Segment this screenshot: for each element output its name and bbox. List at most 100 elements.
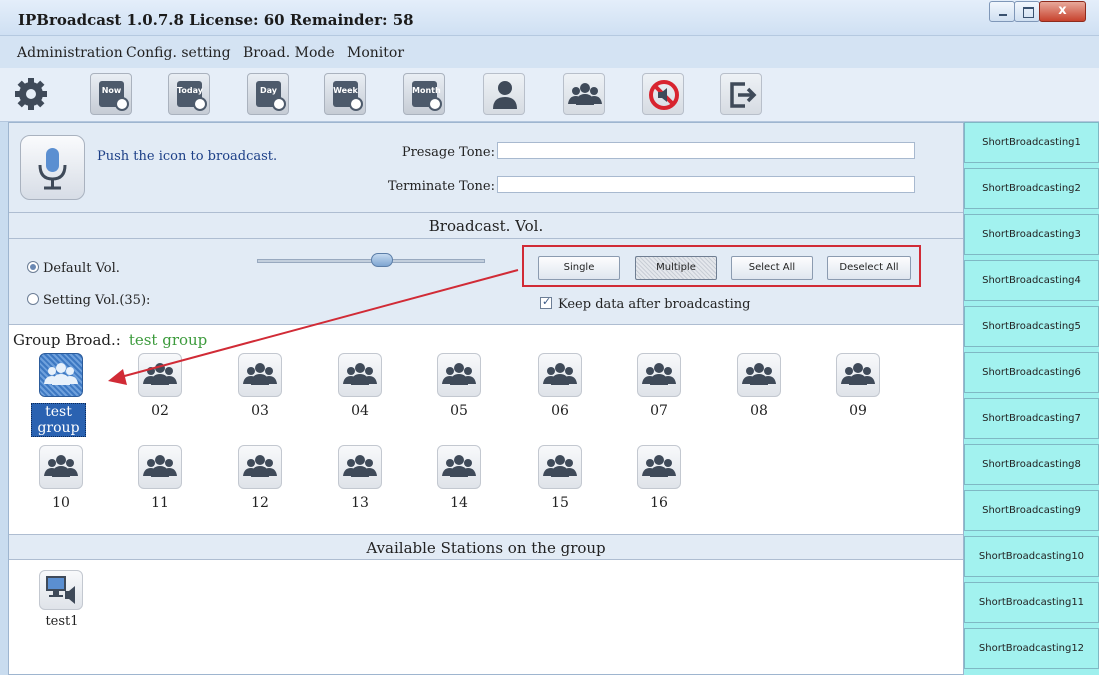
keep-data-checkbox[interactable]: Keep data after broadcasting [540,295,751,312]
short-broadcast-button[interactable]: ShortBroadcasting5 [964,306,1099,347]
presage-tone-field[interactable] [497,142,915,159]
group-icon [437,353,481,397]
broadcast-hint: Push the icon to broadcast. [97,149,278,164]
group-item[interactable]: 07 [634,353,684,423]
window-title: IPBroadcast 1.0.7.8 License: 60 Remainde… [18,11,414,29]
short-broadcast-button[interactable]: ShortBroadcasting9 [964,490,1099,531]
short-broadcast-list: ShortBroadcasting1 ShortBroadcasting2 Shor… [964,122,1099,675]
calendar-day-icon[interactable]: Day [247,73,289,115]
short-broadcast-button[interactable]: ShortBroadcasting12 [964,628,1099,669]
group-icon [538,445,582,489]
group-label: 12 [251,495,269,511]
short-broadcast-button[interactable]: ShortBroadcasting4 [964,260,1099,301]
station-item[interactable]: test1 [37,570,87,630]
menu-broad-mode[interactable]: Broad. Mode [243,45,335,61]
toolbar: Now Today Day Week Month [0,68,1099,122]
setting-volume-label: Setting Vol.(35): [43,293,151,308]
short-broadcast-button[interactable]: ShortBroadcasting8 [964,444,1099,485]
keep-data-label: Keep data after broadcasting [558,297,751,312]
group-icon [538,353,582,397]
menu-monitor[interactable]: Monitor [347,45,404,61]
default-volume-radio[interactable]: Default Vol. [27,261,120,276]
calendar-month-label: Month [412,86,441,95]
microphone-icon [38,148,67,190]
group-item[interactable]: 16 [634,445,684,515]
setting-volume-radio[interactable]: Setting Vol.(35): [27,293,150,308]
group-item[interactable]: 08 [734,353,784,423]
menu-administration[interactable]: Administration [17,45,123,61]
group-item[interactable]: 12 [235,445,285,515]
deselect-all-button[interactable]: Deselect All [827,256,911,280]
settings-gear-icon[interactable] [10,73,52,115]
group-item[interactable]: 06 [535,353,585,423]
close-button[interactable]: x [1039,1,1086,22]
mute-speaker-icon[interactable] [642,73,684,115]
main-panel: Push the icon to broadcast. Presage Tone… [8,122,964,675]
maximize-button[interactable] [1014,1,1040,22]
group-label: 08 [750,403,768,419]
group-icon [39,445,83,489]
group-icon [238,445,282,489]
user-icon[interactable] [483,73,525,115]
calendar-week-icon[interactable]: Week [324,73,366,115]
group-label: 03 [251,403,269,419]
group-icon [637,353,681,397]
group-item[interactable]: 02 [135,353,185,423]
group-broadcast-bar: Group Broad.: test group [9,328,963,350]
available-stations-title: Available Stations on the group [366,539,606,557]
group-label: 09 [849,403,867,419]
presage-tone-label: Presage Tone: [401,145,495,160]
short-broadcast-button[interactable]: ShortBroadcasting7 [964,398,1099,439]
group-item[interactable]: 04 [335,353,385,423]
group-item[interactable]: 11 [135,445,185,515]
exit-icon[interactable] [720,73,762,115]
group-item[interactable]: 09 [833,353,883,423]
terminate-tone-field[interactable] [497,176,915,193]
select-all-button[interactable]: Select All [731,256,813,280]
short-broadcast-button[interactable]: ShortBroadcasting1 [964,122,1099,163]
user-group-icon[interactable] [563,73,605,115]
menu-config-setting[interactable]: Config. setting [126,45,231,61]
station-label: test1 [45,614,79,629]
short-broadcast-button[interactable]: ShortBroadcasting10 [964,536,1099,577]
group-item[interactable]: 14 [434,445,484,515]
calendar-today-icon[interactable]: Today [168,73,210,115]
short-broadcast-button[interactable]: ShortBroadcasting2 [964,168,1099,209]
calendar-now-icon[interactable]: Now [90,73,132,115]
group-icon [338,445,382,489]
group-label: 04 [351,403,369,419]
short-broadcast-button[interactable]: ShortBroadcasting6 [964,352,1099,393]
group-icon [138,445,182,489]
group-icon [437,445,481,489]
group-label: 14 [450,495,468,511]
short-broadcast-button[interactable]: ShortBroadcasting11 [964,582,1099,623]
calendar-month-icon[interactable]: Month [403,73,445,115]
group-label: 07 [650,403,668,419]
multiple-button[interactable]: Multiple [635,256,717,280]
microphone-broadcast-button[interactable] [20,135,85,200]
group-label: 02 [151,403,169,419]
minimize-button[interactable] [989,1,1015,22]
short-broadcast-button[interactable]: ShortBroadcasting3 [964,214,1099,255]
group-item[interactable]: 15 [535,445,585,515]
calendar-day-label: Day [259,86,277,95]
group-label: 13 [351,495,369,511]
group-icon [637,445,681,489]
group-label: 11 [151,495,169,511]
group-item[interactable]: 03 [235,353,285,423]
volume-slider-thumb[interactable] [371,253,394,267]
current-group-name: test group [128,331,208,349]
group-broadcast-caption: Group Broad.: [13,331,121,349]
group-icon [138,353,182,397]
group-item[interactable]: test group [31,353,86,437]
group-icon [338,353,382,397]
single-button[interactable]: Single [538,256,620,280]
calendar-week-label: Week [333,86,358,95]
group-item[interactable]: 05 [434,353,484,423]
station-speaker-icon [39,570,83,610]
group-item[interactable]: 13 [335,445,385,515]
group-label: 06 [551,403,569,419]
group-item[interactable]: 10 [36,445,86,515]
group-icon [39,353,83,397]
calendar-now-label: Now [101,86,122,95]
